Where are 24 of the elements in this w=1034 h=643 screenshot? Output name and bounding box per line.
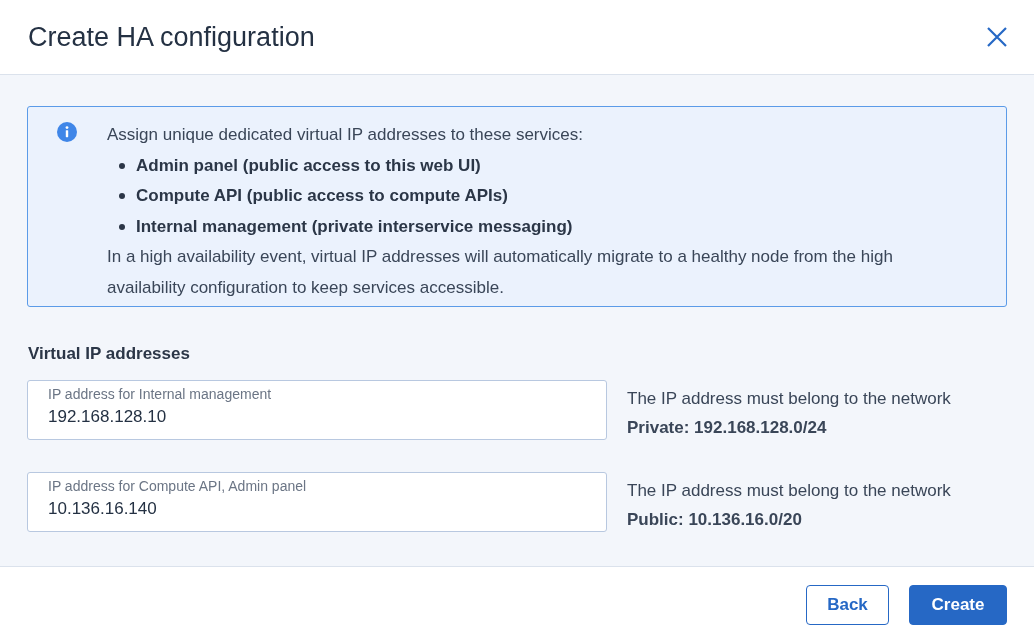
field-label: IP address for Internal management: [48, 386, 273, 402]
info-note: In a high availability event, virtual IP addresses will automatically migrate to a healthy node from the high availability configuration to keep services accessible.: [107, 246, 894, 299]
ip-input-field[interactable]: IP address for Compute API, Admin panel 10.136.16.140: [27, 472, 607, 532]
ip-input-field[interactable]: IP address for Internal management 192.168.128.10: [27, 380, 607, 440]
ip-value-input[interactable]: 10.136.16.140: [48, 499, 348, 519]
back-button[interactable]: Back: [806, 585, 889, 625]
bullet-icon: [119, 193, 125, 200]
service-item: Internal management (private interservice messaging): [136, 215, 573, 238]
section-title: Virtual IP addresses: [28, 344, 191, 364]
network-text: Public: 10.136.16.0/20: [627, 509, 803, 531]
close-icon[interactable]: [986, 26, 1008, 48]
bullet-icon: [119, 223, 125, 230]
info-intro: Assign unique dedicated virtual IP addresses to these services:: [107, 124, 584, 146]
service-item: Admin panel (public access to this web UI): [136, 154, 481, 177]
field-label: IP address for Compute API, Admin panel: [48, 478, 308, 494]
network-text: Private: 192.168.128.0/24: [627, 417, 828, 439]
hint-text: The IP address must belong to the network: [627, 480, 951, 502]
dialog-title: Create HA configuration: [28, 21, 315, 53]
info-icon: [57, 122, 77, 142]
ip-value-input[interactable]: 192.168.128.10: [48, 407, 348, 427]
hint-text: The IP address must belong to the network: [627, 388, 951, 410]
service-item: Compute API (public access to compute APIs): [136, 185, 508, 207]
bullet-icon: [119, 162, 125, 169]
create-button[interactable]: Create: [909, 585, 1007, 625]
